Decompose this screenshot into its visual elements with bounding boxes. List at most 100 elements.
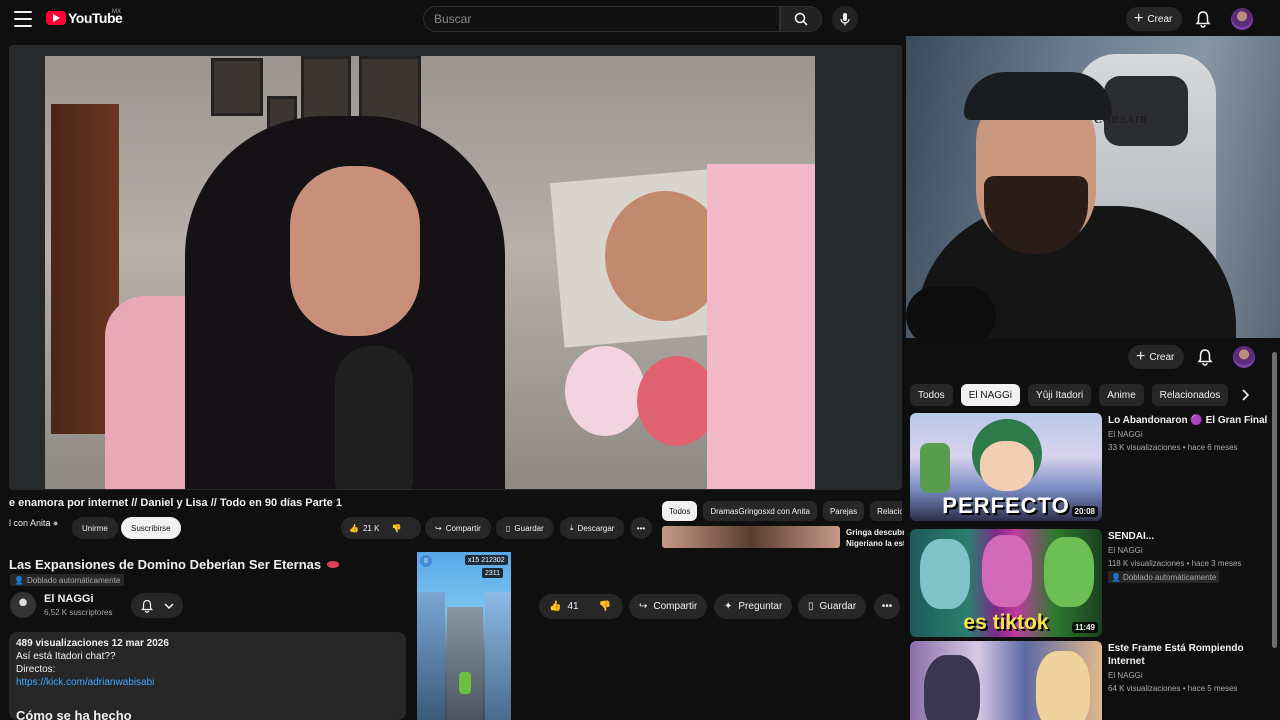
notifications-bell-icon[interactable] <box>1194 10 1212 28</box>
embedded-save-button[interactable]: ▯ Guardar <box>496 517 554 539</box>
youtube-play-icon <box>46 11 66 25</box>
top-bar: YouTube MX + Crear <box>0 0 1280 38</box>
streamer-cap <box>964 72 1112 120</box>
more-actions-button[interactable]: ••• <box>874 594 900 619</box>
account-avatar-secondary[interactable] <box>1233 346 1255 368</box>
streamer-microphone <box>906 286 996 338</box>
game-score: x15 212302 <box>465 555 508 565</box>
recommendations-scrollbar[interactable] <box>1272 352 1277 648</box>
embedded-chip[interactable]: DramasGringosxd con Anita <box>703 501 817 521</box>
description-box[interactable]: 489 visualizaciones 12 mar 2026 Así está… <box>9 632 406 720</box>
embedded-more-button[interactable]: ••• <box>630 517 652 539</box>
download-button[interactable]: ⤓ Descargar <box>560 517 625 539</box>
recommendation-item[interactable]: PERFECTO 20:08 Lo Abandonaron 🟣 El Gran … <box>910 413 1270 523</box>
recommendation-item[interactable]: es tiktok 11:49 SENDAI... El NAGGi 118 K… <box>910 529 1270 639</box>
views-and-date: 489 visualizaciones 12 mar 2026 <box>16 638 169 649</box>
embedded-likes-count: 21 K <box>362 523 380 533</box>
embedded-chip-bar: Todos DramasGringosxd con Anita Parejas … <box>662 501 902 521</box>
streamer-webcam: CORSAIR <box>906 36 1280 338</box>
thumbnail-character-face <box>980 441 1034 491</box>
embedded-channel-name[interactable]: l con Anita ● <box>9 518 58 528</box>
recommendation-channel[interactable]: El NAGGi <box>1108 546 1143 555</box>
recommendation-thumbnail[interactable]: PERFECTO 20:08 <box>910 413 1102 521</box>
create-label-secondary: Crear <box>1149 351 1175 363</box>
description-line: Así está Itadori chat?? <box>16 651 116 662</box>
game-coins: 2311 <box>482 568 504 578</box>
more-icon: ••• <box>636 523 646 533</box>
subscribe-button[interactable]: Suscribirse <box>121 517 181 539</box>
channel-name[interactable]: El NAGGi <box>44 593 94 605</box>
sparkle-icon: ✦ <box>724 601 733 612</box>
save-button[interactable]: ▯ Guardar <box>798 594 867 619</box>
plus-icon: + <box>1134 10 1144 27</box>
join-button[interactable]: Unirme <box>72 517 118 539</box>
recommendation-meta: 118 K visualizaciones • hace 3 meses <box>1108 559 1242 568</box>
embedded-video-player[interactable] <box>9 45 902 490</box>
auto-dubbed-label: Doblado automáticamente <box>26 575 121 585</box>
recommendation-title[interactable]: Lo Abandonaron 🟣 El Gran Final <box>1108 414 1268 427</box>
youtube-logo[interactable]: YouTube <box>46 10 123 26</box>
kick-link[interactable]: https://kick.com/adrianwabisabi <box>16 676 399 689</box>
embedded-share-button[interactable]: ↪ Compartir <box>425 517 491 539</box>
dislike-icon[interactable]: 👎 <box>391 524 401 533</box>
embedded-chip[interactable]: Todos <box>662 501 698 521</box>
video-scene-face <box>290 166 420 336</box>
embedded-channel-label: l con Anita <box>9 518 51 528</box>
recommendation-channel[interactable]: El NAGGi <box>1108 671 1143 680</box>
embedded-recommendation-title[interactable]: Gringa descubre Nigeriano la est <box>846 527 904 549</box>
save-label: Guardar <box>819 601 857 612</box>
video-scene-plush-toy <box>637 356 717 446</box>
auto-dubbed-label: Doblado automáticamente <box>1122 572 1217 582</box>
recommendation-meta: 33 K visualizaciones • hace 6 meses <box>1108 443 1238 452</box>
account-avatar[interactable] <box>1231 8 1253 30</box>
share-button[interactable]: ↪ Compartir <box>629 594 708 619</box>
video-duration: 11:49 <box>1071 622 1098 633</box>
recommendation-channel[interactable]: El NAGGi <box>1108 430 1143 439</box>
share-arrow-icon: ↪ <box>639 601 648 612</box>
dubbed-icon: 👤 <box>1111 572 1121 582</box>
menu-icon[interactable] <box>14 11 32 27</box>
channel-avatar[interactable] <box>10 592 36 618</box>
verified-icon: ● <box>53 518 59 528</box>
notification-settings-button[interactable] <box>131 593 183 618</box>
notifications-bell-icon[interactable] <box>1196 348 1214 366</box>
like-button-icon[interactable]: 👍 <box>549 601 561 612</box>
embedded-chip[interactable]: Relaciona <box>870 501 902 521</box>
embedded-share-label: Compartir <box>445 523 481 533</box>
embedded-recommendation-thumbnail[interactable] <box>662 526 840 548</box>
like-icon[interactable]: 👍 <box>349 524 359 533</box>
chip-el-naggi[interactable]: El NAGGi <box>960 384 1021 406</box>
chip-anime[interactable]: Anime <box>1099 384 1144 406</box>
create-label: Crear <box>1147 13 1173 25</box>
video-frame[interactable] <box>45 56 815 489</box>
recommendation-title[interactable]: SENDAI... <box>1108 530 1268 543</box>
voice-search-button[interactable] <box>832 6 858 32</box>
search-input[interactable] <box>423 6 780 32</box>
chip-relacionados[interactable]: Relacionados <box>1151 384 1228 406</box>
more-actions-icon: ••• <box>881 601 893 612</box>
recommendation-item[interactable]: Este Frame Está Rompiendo Internet El NA… <box>910 641 1270 720</box>
save-bookmark-icon: ▯ <box>808 601 814 612</box>
chip-todos[interactable]: Todos <box>910 384 953 406</box>
lips-emoji-icon <box>327 561 340 568</box>
search-button[interactable] <box>780 6 822 32</box>
description-section-heading: Cómo se ha hecho <box>16 708 132 720</box>
dislike-button-icon[interactable]: 👎 <box>599 601 611 612</box>
gaming-chair-headrest <box>1104 76 1188 146</box>
share-icon: ↪ <box>435 523 442 533</box>
game-runner <box>459 672 471 694</box>
create-button-secondary[interactable]: + Crear <box>1128 345 1185 369</box>
subscriber-count: 6,52 K suscriptores <box>44 608 113 617</box>
video-title: Las Expansiones de Domino Deberían Ser E… <box>9 557 340 572</box>
recommendation-thumbnail[interactable]: es tiktok 11:49 <box>910 529 1102 637</box>
recommendation-thumbnail[interactable] <box>910 641 1102 720</box>
ask-button[interactable]: ✦ Preguntar <box>714 594 793 619</box>
embedded-like-dislike-group[interactable]: 👍 21 K 👎 <box>341 517 421 539</box>
embedded-chip[interactable]: Parejas <box>822 501 865 521</box>
chip-yuji-itadori[interactable]: Yûji Itadori <box>1028 384 1092 406</box>
join-label: Unirme <box>82 523 108 533</box>
like-dislike-group[interactable]: 👍 41 👎 <box>539 594 623 619</box>
create-button[interactable]: + Crear <box>1126 7 1183 31</box>
recommendation-title[interactable]: Este Frame Está Rompiendo Internet <box>1108 642 1268 668</box>
chip-next-button[interactable] <box>1236 386 1254 404</box>
